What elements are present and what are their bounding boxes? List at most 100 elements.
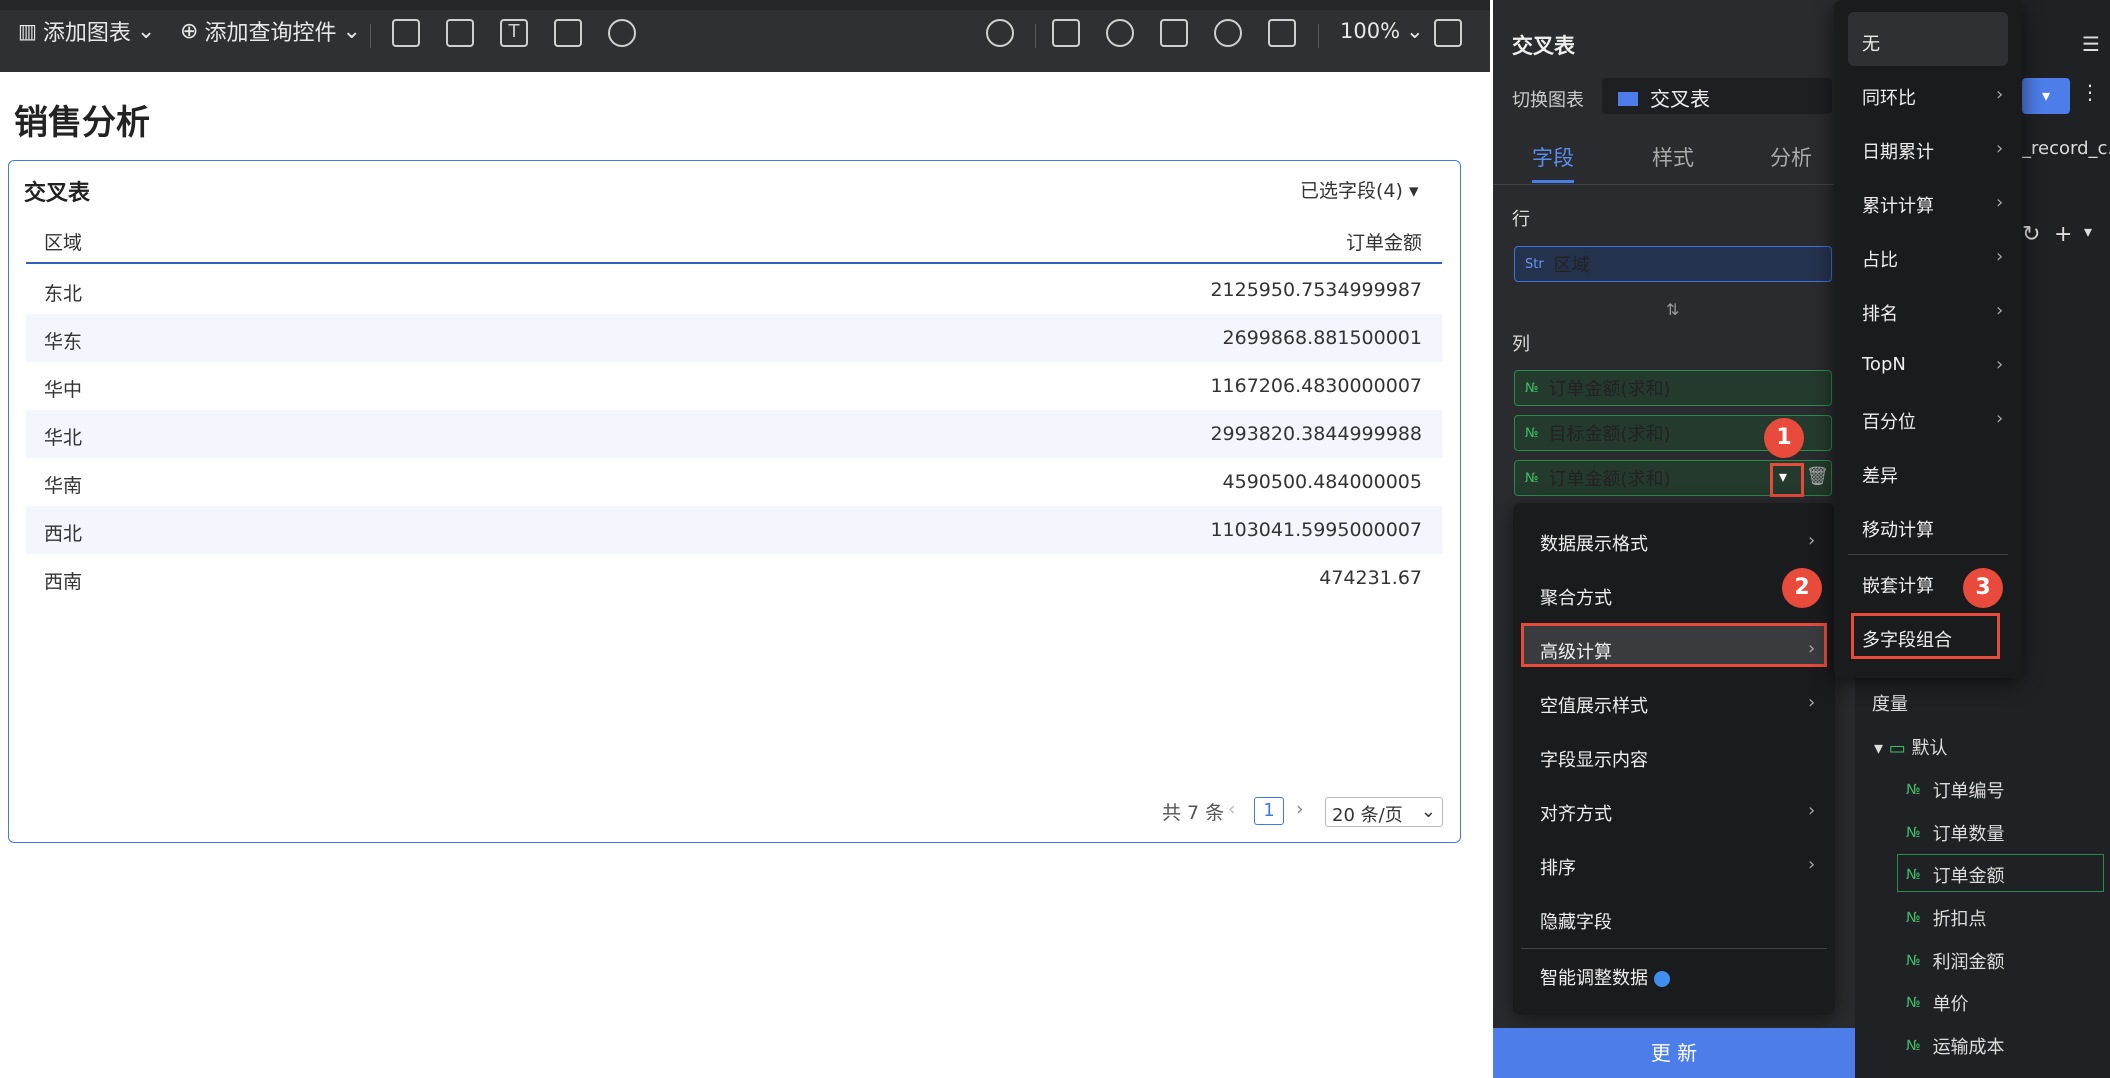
field-label: 订单金额 [1932,866,2005,887]
chevron-right-icon: › [1996,192,2004,213]
collapse-icon[interactable]: ☰ [2082,32,2100,56]
tab-style[interactable]: 样式 [1652,142,1694,172]
submenu-item-multi-field[interactable]: 多字段组合 [1862,626,1952,652]
menu-item-advanced-calc[interactable]: 高级计算 [1540,638,1612,664]
layout-icon[interactable] [392,19,420,47]
page-number[interactable]: 1 [1254,797,1284,825]
row-field-label: 区域 [1553,255,1590,276]
field-item[interactable]: № 订单金额 [1906,862,2005,888]
folder-default[interactable]: ▾ ▭ 默认 [1874,734,1948,760]
chart-type-value: 交叉表 [1650,87,1710,111]
field-item[interactable]: № 利润金额 [1906,948,2005,974]
number-type-tag: № [1525,470,1539,486]
analysis-icon[interactable] [1106,19,1134,47]
crosstable-icon [1618,92,1638,106]
submenu-divider [1848,554,2008,555]
add-chart-button[interactable]: ▥ 添加图表 ⌄ [18,10,155,52]
submenu-item-rank[interactable]: 排名 [1862,300,1898,326]
menu-item-sort[interactable]: 排序 [1540,854,1576,880]
selected-fields-dropdown[interactable]: 已选字段(4) ▾ [1300,176,1419,203]
update-button[interactable]: 更 新 [1493,1028,1855,1078]
swap-icon[interactable]: ⇅ [1666,300,1679,319]
divider [1318,24,1319,48]
column-field-chip[interactable]: № 订单金额(求和) [1514,370,1832,406]
tab-fields[interactable]: 字段 [1532,142,1574,172]
cell-amount: 1103041.5995000007 [1210,519,1422,541]
hide-icon[interactable] [1214,19,1242,47]
submenu-item-none[interactable]: 无 [1862,30,1880,56]
image-icon[interactable] [554,19,582,47]
field-item[interactable]: № 订单编号 [1906,777,2005,803]
number-type-tag: № [1906,825,1921,841]
field-label: 订单编号 [1932,781,2005,802]
table-row: 华南 4590500.484000005 [26,458,1442,506]
field-item[interactable]: № 折扣点 [1906,905,1987,931]
add-query-control-button[interactable]: ⊕ 添加查询控件 ⌄ [180,10,361,52]
table-row: 华北 2993820.3844999988 [26,410,1442,458]
submenu-item-topn[interactable]: TopN [1862,354,1906,375]
chevron-right-icon: › [1996,408,2004,429]
submenu-item-moving-calc[interactable]: 移动计算 [1862,516,1934,542]
layout-grid-icon[interactable] [1434,19,1462,47]
report-icon[interactable] [1052,19,1080,47]
tab-analysis[interactable]: 分析 [1770,142,1812,172]
header-divider [26,262,1442,264]
column-section-label: 列 [1512,334,1530,355]
zoom-value: 100% [1340,19,1401,43]
page-size-select[interactable]: 20 条/页 ⌄ [1325,797,1443,827]
link-setting-icon[interactable] [986,19,1014,47]
cell-region: 西北 [44,523,83,545]
menu-item-alignment[interactable]: 对齐方式 [1540,800,1612,826]
cell-amount: 474231.67 [1319,567,1422,589]
submenu-item-cumulative[interactable]: 累计计算 [1862,192,1934,218]
chevron-down-icon: ⌄ [1406,19,1424,43]
submenu-item-percentile[interactable]: 百分位 [1862,408,1916,434]
column-field-label: 目标金额(求和) [1548,424,1671,445]
folder-icon: ▭ [1888,738,1906,759]
link-icon[interactable] [608,19,636,47]
field-item[interactable]: № 订单数量 [1906,820,2005,846]
menu-item-hide-field[interactable]: 隐藏字段 [1540,908,1612,934]
trash-icon[interactable]: 🗑 [1806,466,1829,487]
more-icon[interactable]: ⋮ [2080,80,2100,104]
tab-container-icon[interactable] [446,19,474,47]
switch-chart-label: 切换图表 [1512,90,1584,111]
caret-down-icon[interactable]: ▾ [1779,467,1787,486]
cell-amount: 4590500.484000005 [1222,471,1422,493]
submenu-item-nested-calc[interactable]: 嵌套计算 [1862,572,1934,598]
submenu-item-date-cumulative[interactable]: 日期累计 [1862,138,1934,164]
chevron-down-icon: ⌄ [136,18,156,44]
field-label: 运输成本 [1932,1037,2005,1058]
chart-type-select[interactable]: 交叉表 [1602,78,1832,114]
add-icon[interactable]: + [2054,222,2072,247]
prev-page-icon[interactable]: ‹ [1228,798,1236,820]
page-title: 销售分析 [14,103,150,143]
field-item[interactable]: № 单价 [1906,990,1969,1016]
menu-item-data-format[interactable]: 数据展示格式 [1540,530,1648,556]
divider [370,24,371,48]
zoom-select[interactable]: 100% ⌄ [1340,10,1424,52]
check-icon[interactable] [1268,19,1296,47]
table-row: 西南 474231.67 [26,554,1442,602]
submenu-item-difference[interactable]: 差异 [1862,462,1898,488]
next-page-icon[interactable]: › [1296,798,1304,820]
menu-item-display-content[interactable]: 字段显示内容 [1540,746,1648,772]
table-row: 东北 2125950.7534999987 [26,266,1442,314]
menu-item-smart-adjust[interactable]: 智能调整数据 [1540,964,1670,990]
row-field-chip[interactable]: Str 区域 [1514,246,1832,282]
brush-icon[interactable] [1160,19,1188,47]
refresh-icon[interactable]: ↻ [2022,222,2040,247]
submenu-item-yoy[interactable]: 同环比 [1862,84,1916,110]
zoom-plus-icon: ⊕ [180,18,199,44]
cell-amount: 1167206.4830000007 [1210,375,1422,397]
field-item[interactable]: № 运输成本 [1906,1033,2005,1059]
col-header-amount: 订单金额 [1345,232,1422,254]
menu-item-aggregation[interactable]: 聚合方式 [1540,584,1612,610]
menu-item-null-style[interactable]: 空值展示样式 [1540,692,1648,718]
dataset-select[interactable]: ▾ [2022,78,2070,114]
text-icon[interactable]: T [500,19,528,47]
folder-label: 默认 [1911,738,1948,759]
caret-down-icon[interactable]: ▾ [2084,222,2092,241]
step-badge-2: 2 [1782,568,1822,608]
submenu-item-percent[interactable]: 占比 [1862,246,1898,272]
